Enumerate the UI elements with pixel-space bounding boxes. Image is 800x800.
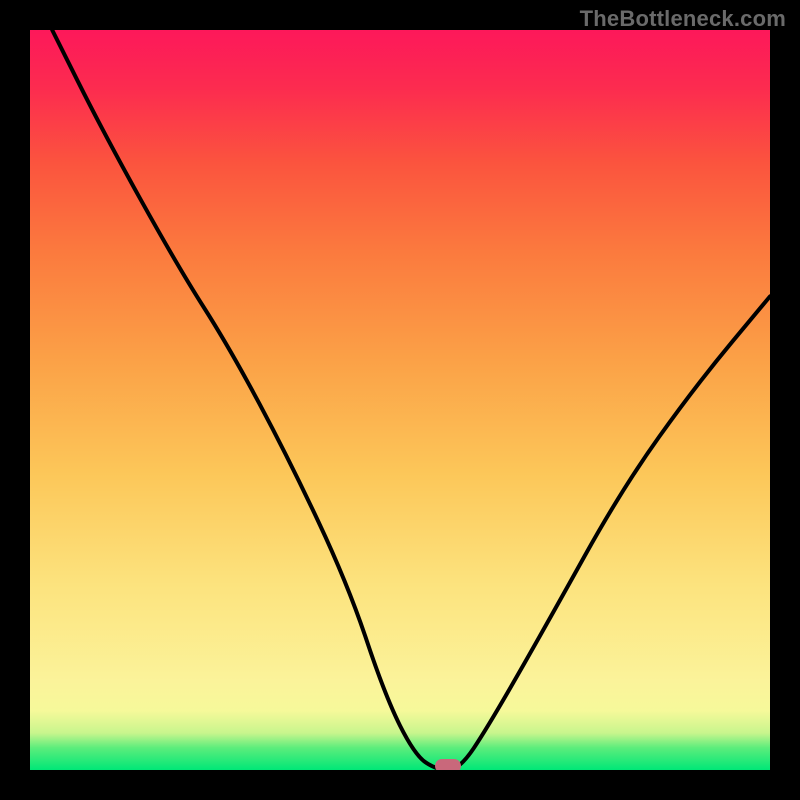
curve-path (52, 30, 770, 770)
watermark-text: TheBottleneck.com (580, 6, 786, 32)
bottleneck-curve (30, 30, 770, 770)
chart-frame: TheBottleneck.com (0, 0, 800, 800)
curve-marker (435, 759, 461, 770)
plot-area (30, 30, 770, 770)
